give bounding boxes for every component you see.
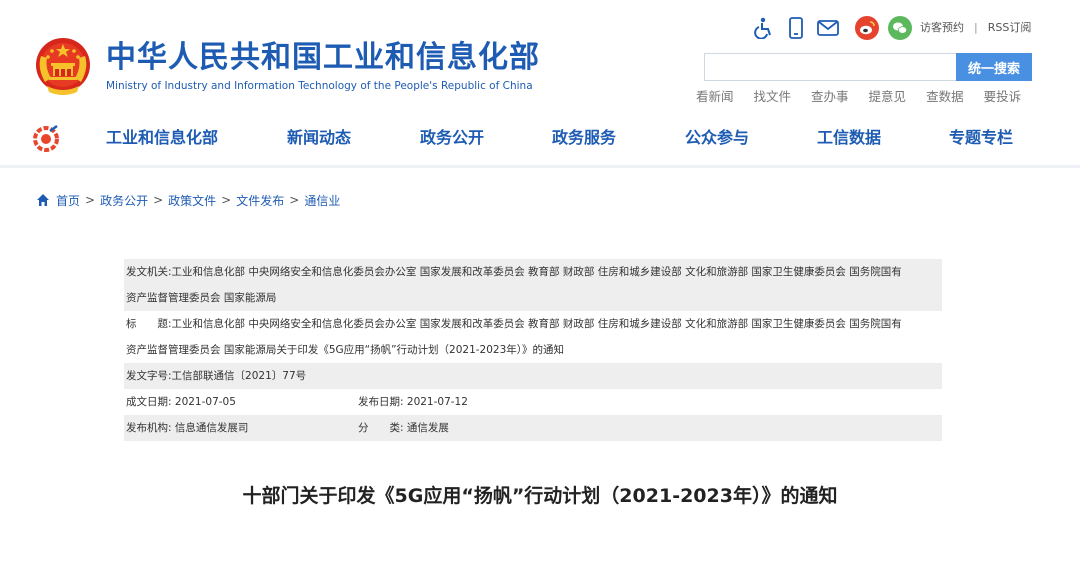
nav-item-government-affairs[interactable]: 政务公开 xyxy=(420,127,484,149)
created-date-value: 2021-07-05 xyxy=(174,396,236,408)
quick-link-files[interactable]: 找文件 xyxy=(754,88,792,106)
doc-number-label: 发文字号: xyxy=(126,370,172,382)
quick-links: 看新闻 找文件 查办事 提意见 查数据 要投诉 xyxy=(696,88,1041,106)
meta-row-title: 标 题:工业和信息化部 中央网络安全和信息化委员会办公室 国家发展和改革委员会 … xyxy=(124,311,942,363)
breadcrumb-document-release[interactable]: 文件发布 xyxy=(236,192,284,209)
nav-item-ministry[interactable]: 工业和信息化部 xyxy=(106,127,218,149)
breadcrumb-policy-documents[interactable]: 政策文件 xyxy=(168,192,216,209)
accessibility-icon[interactable] xyxy=(752,16,776,40)
visitor-appointment-link[interactable]: 访客预约 xyxy=(920,21,964,34)
breadcrumb-telecom[interactable]: 通信业 xyxy=(304,192,340,209)
quick-link-feedback[interactable]: 提意见 xyxy=(869,88,907,106)
breadcrumb-home[interactable]: 首页 xyxy=(56,192,80,209)
breadcrumb-separator: > xyxy=(221,193,232,207)
category-value: 通信发展 xyxy=(406,422,449,434)
breadcrumb-separator: > xyxy=(85,193,96,207)
issuer-value: 工业和信息化部 中央网络安全和信息化委员会办公室 国家发展和改革委员会 教育部 … xyxy=(171,266,902,278)
title-value: 工业和信息化部 中央网络安全和信息化委员会办公室 国家发展和改革委员会 教育部 … xyxy=(171,318,902,330)
quick-link-services[interactable]: 查办事 xyxy=(811,88,849,106)
main-nav: 工业和信息化部 新闻动态 政务公开 政务服务 公众参与 工信数据 专题专栏 xyxy=(0,112,1080,168)
created-date-label: 成文日期: xyxy=(126,396,172,408)
nav-item-data[interactable]: 工信数据 xyxy=(817,127,881,149)
document-title: 十部门关于印发《5G应用“扬帆”行动计划（2021-2023年）》的通知 xyxy=(242,485,838,507)
breadcrumb-separator: > xyxy=(153,193,164,207)
published-date-value: 2021-07-12 xyxy=(406,396,468,408)
title-value-cont: 资产监督管理委员会 国家能源局关于印发《5G应用“扬帆”行动计划（2021-20… xyxy=(126,344,565,356)
wechat-icon[interactable] xyxy=(888,16,912,40)
mail-icon[interactable] xyxy=(816,16,840,40)
miit-logo-icon[interactable] xyxy=(32,125,60,153)
quick-link-news[interactable]: 看新闻 xyxy=(696,88,734,106)
doc-number-value: 工信部联通信〔2021〕77号 xyxy=(171,370,307,382)
breadcrumb: 首页 > 政务公开 > 政策文件 > 文件发布 > 通信业 xyxy=(36,191,340,209)
publisher-value: 信息通信发展司 xyxy=(174,422,249,434)
meta-row-dates: 成文日期: 2021-07-05 发布日期: 2021-07-12 xyxy=(124,389,942,415)
meta-row-doc-number: 发文字号:工信部联通信〔2021〕77号 xyxy=(124,363,942,389)
home-icon[interactable] xyxy=(36,193,50,207)
issuer-label: 发文机关: xyxy=(126,266,172,278)
breadcrumb-separator: > xyxy=(289,193,300,207)
publisher-label: 发布机构: xyxy=(126,422,172,434)
site-title[interactable]: 中华人民共和国工业和信息化部 xyxy=(106,40,540,76)
weibo-icon[interactable] xyxy=(855,16,879,40)
utility-links: 访客预约 | RSS订阅 xyxy=(920,20,1031,36)
meta-row-issuer: 发文机关:工业和信息化部 中央网络安全和信息化委员会办公室 国家发展和改革委员会… xyxy=(124,259,942,311)
category-label: 分 类: xyxy=(358,422,404,434)
quick-link-data[interactable]: 查数据 xyxy=(926,88,964,106)
rss-link[interactable]: RSS订阅 xyxy=(988,21,1032,34)
site-subtitle: Ministry of Industry and Information Tec… xyxy=(106,80,533,92)
site-header: 中华人民共和国工业和信息化部 Ministry of Industry and … xyxy=(0,0,1080,112)
national-emblem-icon xyxy=(36,38,90,95)
utility-separator: | xyxy=(974,21,978,34)
issuer-value-cont: 资产监督管理委员会 国家能源局 xyxy=(126,292,277,304)
document-meta-table: 发文机关:工业和信息化部 中央网络安全和信息化委员会办公室 国家发展和改革委员会… xyxy=(124,259,942,441)
nav-item-news[interactable]: 新闻动态 xyxy=(287,127,351,149)
breadcrumb-government-affairs[interactable]: 政务公开 xyxy=(100,192,148,209)
nav-item-special-topics[interactable]: 专题专栏 xyxy=(949,127,1013,149)
published-date-label: 发布日期: xyxy=(358,396,404,408)
search-input[interactable] xyxy=(704,53,956,81)
nav-item-government-services[interactable]: 政务服务 xyxy=(552,127,616,149)
meta-row-org: 发布机构: 信息通信发展司 分 类: 通信发展 xyxy=(124,415,942,441)
quick-link-complaint[interactable]: 要投诉 xyxy=(984,88,1022,106)
title-label: 标 题: xyxy=(126,318,172,330)
mobile-icon[interactable] xyxy=(784,16,808,40)
nav-item-public-participation[interactable]: 公众参与 xyxy=(685,127,749,149)
search-button[interactable]: 统一搜索 xyxy=(956,53,1032,81)
